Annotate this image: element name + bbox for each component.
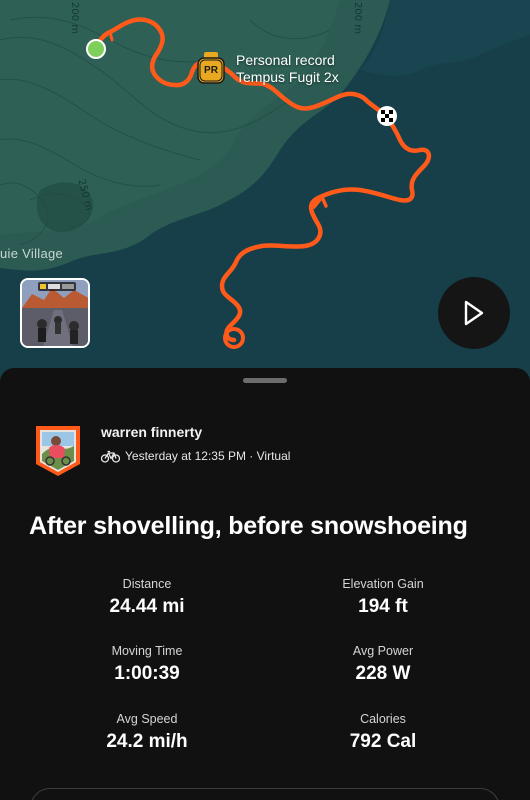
activity-meta: Yesterday at 12:35 PM · Virtual (101, 449, 401, 463)
pr-segment-name: Tempus Fugit 2x (236, 69, 339, 85)
stat-value: 228 W (355, 663, 411, 684)
pr-badge-icon[interactable]: PR (197, 52, 225, 84)
stat-avg-speed: Avg Speed 24.2 mi/h (57, 712, 237, 753)
bike-icon (101, 450, 120, 463)
stat-moving-time: Moving Time 1:00:39 (57, 644, 237, 685)
athlete-header[interactable]: warren finnerty Yesterday at 12:35 PM · … (34, 424, 290, 478)
activity-meta-text: Yesterday at 12:35 PM · Virtual (125, 449, 291, 463)
finish-flag-icon (377, 106, 397, 126)
zwift-thumbnail[interactable] (20, 278, 90, 348)
stat-value: 194 ft (358, 596, 408, 617)
bottom-action-pill[interactable] (30, 788, 500, 800)
stat-label: Moving Time (111, 644, 183, 658)
stat-label: Avg Power (352, 644, 414, 658)
sheet-drag-handle[interactable] (243, 378, 287, 383)
stat-value: 792 Cal (349, 731, 417, 752)
activity-sheet[interactable]: warren finnerty Yesterday at 12:35 PM · … (0, 368, 530, 800)
avatar[interactable] (34, 424, 82, 478)
stat-avg-power: Avg Power 228 W (293, 644, 473, 685)
athlete-name[interactable]: warren finnerty (101, 424, 401, 440)
pr-badge-text: PR (204, 65, 218, 76)
stat-value: 24.2 mi/h (106, 731, 188, 752)
stat-calories: Calories 792 Cal (293, 712, 473, 753)
stat-distance: Distance 24.44 mi (57, 577, 237, 618)
stat-elevation-gain: Elevation Gain 194 ft (293, 577, 473, 618)
start-marker-icon (86, 39, 106, 59)
pr-label: Personal record Tempus Fugit 2x (236, 52, 339, 86)
stat-label: Avg Speed (116, 712, 178, 726)
stat-label: Elevation Gain (342, 577, 424, 591)
contour-label: 200 m (352, 2, 363, 35)
stat-label: Distance (122, 577, 172, 591)
contour-label: 200 m (69, 2, 80, 35)
thumbnail-image (22, 280, 88, 346)
stat-label: Calories (360, 712, 406, 726)
activity-title: After shovelling, before snowshoeing (29, 512, 468, 540)
route-map[interactable]: 200 m 200 m 250 m uie Village PR Persona… (0, 0, 530, 380)
play-flyby-button[interactable] (438, 277, 510, 349)
play-icon (464, 300, 484, 326)
pr-title: Personal record (236, 52, 335, 68)
stat-value: 24.44 mi (109, 596, 185, 617)
stat-value: 1:00:39 (114, 663, 180, 684)
place-label: uie Village (0, 246, 64, 261)
